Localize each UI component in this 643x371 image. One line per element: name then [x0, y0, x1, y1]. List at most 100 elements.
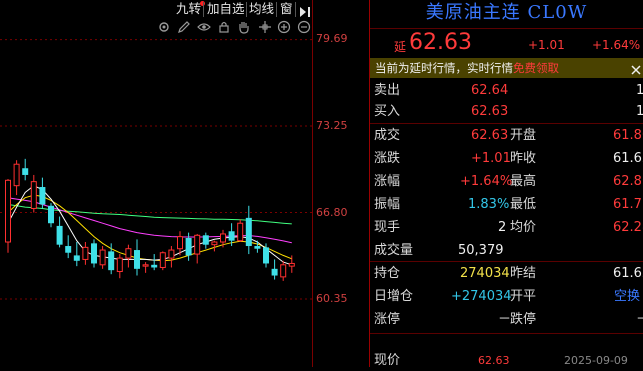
candle-body	[237, 222, 244, 242]
tick-date: 2025-09-09	[564, 354, 628, 367]
candle-body	[134, 250, 140, 269]
curhand-value: 2	[498, 220, 507, 235]
tick-row: 现价 62.63 2025-09-09	[374, 350, 643, 371]
free-claim-link[interactable]: 免费领取	[513, 61, 559, 75]
candle-body	[288, 262, 295, 267]
y-axis-label: 60.35	[316, 292, 348, 305]
section-divider	[370, 123, 643, 124]
volume-label: 成交量	[374, 243, 414, 258]
updown-value: +1.01	[471, 151, 511, 166]
candle-body	[280, 264, 287, 278]
candle-body	[30, 181, 37, 209]
pct-label: 涨幅	[374, 174, 401, 189]
prevclose-label: 昨收	[510, 151, 537, 166]
stat-row: 涨跌 +1.01 昨收 61.62	[374, 148, 643, 169]
y-axis-label: 79.69	[316, 32, 348, 45]
limitdown-label: 跌停	[510, 312, 537, 327]
ask-label: 卖出	[374, 83, 401, 98]
amp-label: 振幅	[374, 197, 401, 212]
ask-volume: 1	[636, 83, 643, 98]
candle-body	[13, 163, 20, 187]
price-change-pct: +1.64%	[592, 38, 641, 52]
bid-row: 买入 62.63 1	[374, 101, 643, 122]
candle-body	[125, 248, 132, 259]
avg-label: 均价	[510, 220, 537, 235]
high-label: 最高	[510, 174, 537, 189]
candle-body	[254, 246, 261, 249]
candlestick-chart[interactable]	[0, 0, 312, 367]
y-axis-label: 73.25	[316, 119, 348, 132]
bid-volume: 1	[636, 104, 643, 119]
updown-label: 涨跌	[374, 151, 401, 166]
instrument-title: 美原油主连 CL0W	[425, 2, 588, 23]
y-axis-label: 66.80	[316, 206, 348, 219]
title-divider	[370, 28, 643, 29]
section-divider	[370, 333, 643, 334]
stat-row: 成交量 50,379	[374, 240, 643, 261]
candle-body	[211, 241, 218, 246]
openflat-label: 开平	[510, 289, 537, 304]
candle-body	[48, 205, 54, 224]
candle-body	[159, 252, 166, 268]
ask-row: 卖出 62.64 1	[374, 80, 643, 101]
prevsettle-value: 61.62	[613, 266, 643, 281]
candle-body	[177, 236, 183, 250]
candle-body	[5, 179, 11, 243]
candle-body	[99, 249, 106, 266]
candle-body	[39, 187, 46, 205]
candle-body	[73, 255, 80, 261]
candle-body	[151, 264, 158, 268]
open-interest-value: 274034	[460, 266, 510, 281]
dayadd-label: 日增仓	[374, 289, 414, 304]
delay-notice-bar: 当前为延时行情，实时行情免费领取	[370, 58, 643, 78]
delay-notice-text: 当前为延时行情，实时行情	[375, 61, 513, 75]
candle-body	[116, 257, 123, 273]
candle-body	[194, 234, 201, 255]
prevsettle-label: 昨结	[510, 266, 537, 281]
avg-value: 62.28	[613, 220, 643, 235]
chart-axis-line	[312, 0, 313, 367]
candle-body	[263, 247, 269, 264]
stat-row: 日增仓 +274034 开平 空换	[374, 286, 643, 307]
open-label: 开盘	[510, 128, 537, 143]
candle-body	[185, 237, 192, 256]
open-interest-label: 持仓	[374, 266, 401, 281]
section-divider	[370, 261, 643, 262]
candle-body	[220, 233, 226, 243]
panel-divider	[369, 0, 370, 367]
open-value: 61.80	[613, 128, 643, 143]
ask-price: 62.64	[471, 83, 509, 98]
last-price: 62.63	[409, 30, 472, 55]
candle-body	[82, 246, 89, 260]
price-change: +1.01	[528, 38, 565, 52]
limitup-label: 涨停	[374, 312, 401, 327]
amp-value: 1.83%	[468, 197, 510, 212]
candle-body	[245, 217, 252, 247]
candle-body	[202, 235, 209, 245]
stat-row: 持仓 274034 昨结 61.62	[374, 263, 643, 284]
stat-row: 涨幅 +1.64% 最高 62.86	[374, 171, 643, 192]
tick-label: 现价	[374, 353, 401, 368]
candle-body	[271, 268, 278, 276]
volume-value: 50,379	[458, 243, 504, 258]
tick-price: 62.63	[478, 354, 510, 367]
candle-body	[56, 225, 63, 245]
bid-label: 买入	[374, 104, 401, 119]
high-value: 62.86	[613, 174, 643, 189]
candle-body	[108, 251, 115, 271]
candle-body	[91, 243, 97, 264]
stat-row: 涨停 － 跌停 －	[374, 309, 643, 330]
stat-row: 现手 2 均价 62.28	[374, 217, 643, 238]
pct-value: +1.64%	[460, 174, 513, 189]
bid-price: 62.63	[471, 104, 509, 119]
prevclose-value: 61.62	[613, 151, 643, 166]
close-notice-icon[interactable]	[630, 61, 642, 75]
openflat-value: 空换	[614, 289, 641, 304]
candle-body	[142, 264, 149, 267]
curhand-label: 现手	[374, 220, 401, 235]
low-label: 最低	[510, 197, 537, 212]
stat-row: 成交 62.63 开盘 61.80	[374, 125, 643, 146]
candle-body	[65, 246, 72, 253]
candle-body	[228, 231, 235, 241]
stat-row: 振幅 1.83% 最低 61.73	[374, 194, 643, 215]
